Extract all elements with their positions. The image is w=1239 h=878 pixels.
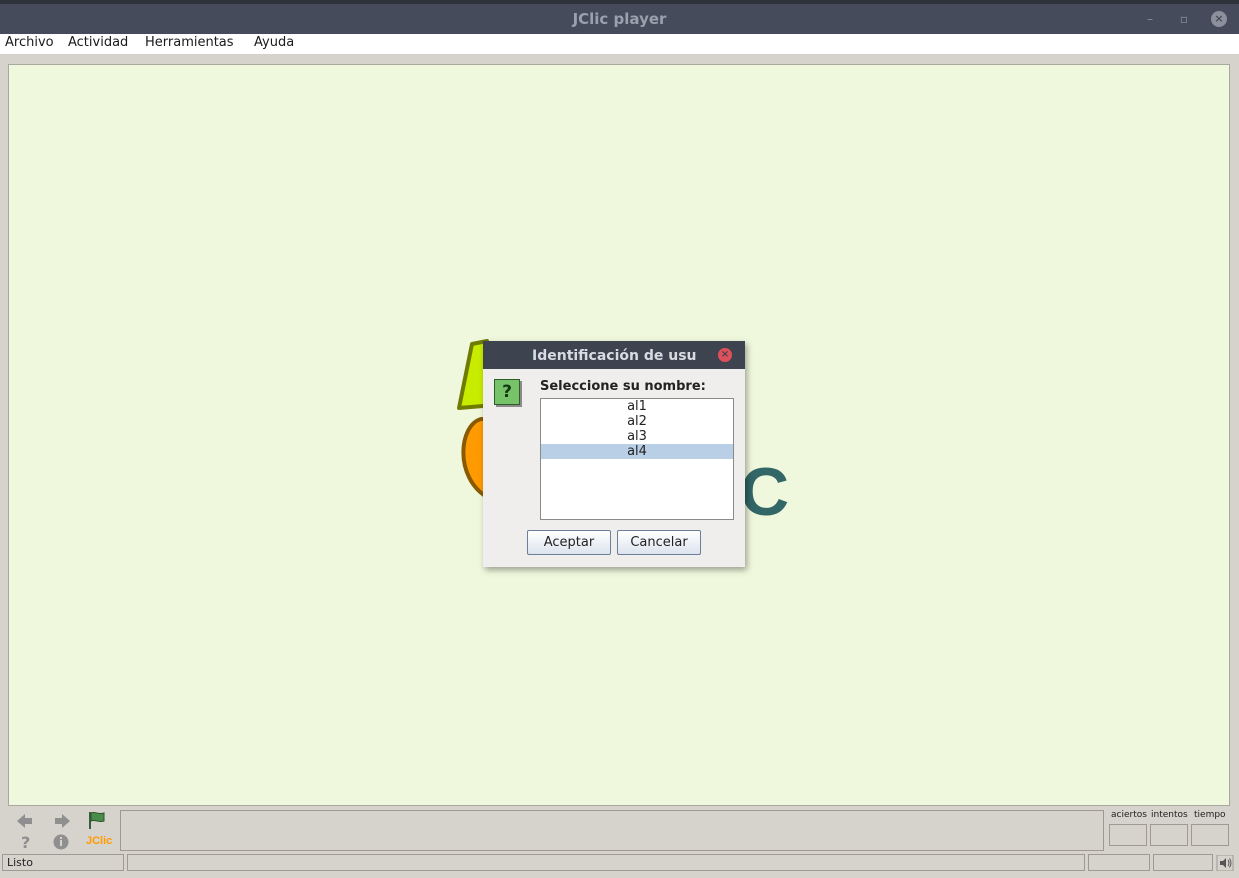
help-icon[interactable]: ?	[14, 832, 36, 852]
menu-herramientas[interactable]: Herramientas	[145, 35, 234, 50]
arrow-right-icon[interactable]	[51, 811, 73, 831]
jclic-logo-icon[interactable]: JClic	[86, 835, 116, 855]
prompt-label: Seleccione su nombre:	[540, 379, 706, 394]
score-label: aciertos	[1111, 810, 1147, 820]
question-icon: ?	[494, 379, 520, 405]
close-icon[interactable]: ×	[1211, 11, 1227, 27]
flag-icon[interactable]	[86, 810, 108, 830]
status-text: Listo	[7, 856, 33, 869]
control-panel: ? JClic aciertos intentos tiempo	[0, 808, 1239, 854]
status-field: Listo	[2, 854, 124, 871]
list-item[interactable]: al2	[541, 414, 733, 429]
window-title: JClic player	[572, 10, 667, 28]
score-counter	[1109, 824, 1147, 846]
progress-field	[127, 854, 1085, 871]
logo-letter-c: C	[740, 454, 789, 530]
time-counter	[1191, 824, 1229, 846]
jclic-player-window: JClic player – ▫ × Archivo Actividad Her…	[0, 0, 1239, 878]
accept-button[interactable]: Aceptar	[527, 530, 611, 555]
info-icon[interactable]	[50, 832, 72, 852]
cancel-button[interactable]: Cancelar	[617, 530, 701, 555]
menu-ayuda[interactable]: Ayuda	[254, 35, 294, 50]
svg-text:?: ?	[21, 833, 30, 852]
status-bar: Listo	[0, 854, 1239, 872]
dialog-titlebar[interactable]: Identificación de usu ×	[483, 341, 745, 369]
list-item-selected[interactable]: al4	[541, 444, 733, 459]
dialog-title: Identificación de usu	[532, 348, 697, 364]
maximize-icon[interactable]: ▫	[1176, 11, 1192, 27]
time-label: tiempo	[1194, 810, 1226, 820]
menu-archivo[interactable]: Archivo	[5, 35, 54, 50]
message-box	[120, 810, 1104, 851]
status-field-2	[1088, 854, 1150, 871]
user-identification-dialog: Identificación de usu × ? Seleccione su …	[483, 341, 745, 567]
attempts-label: intentos	[1151, 810, 1188, 820]
dialog-close-icon[interactable]: ×	[718, 348, 732, 362]
arrow-left-icon[interactable]	[14, 811, 36, 831]
list-item[interactable]: al3	[541, 429, 733, 444]
attempts-counter	[1150, 824, 1188, 846]
menu-actividad[interactable]: Actividad	[68, 35, 128, 50]
menu-bar: Archivo Actividad Herramientas Ayuda	[0, 34, 1239, 54]
list-item[interactable]: al1	[541, 399, 733, 414]
status-field-3	[1153, 854, 1213, 871]
minimize-icon[interactable]: –	[1142, 11, 1158, 27]
speaker-icon[interactable]	[1216, 855, 1234, 871]
user-list[interactable]: al1 al2 al3 al4	[540, 398, 734, 520]
window-titlebar[interactable]: JClic player – ▫ ×	[0, 0, 1239, 34]
